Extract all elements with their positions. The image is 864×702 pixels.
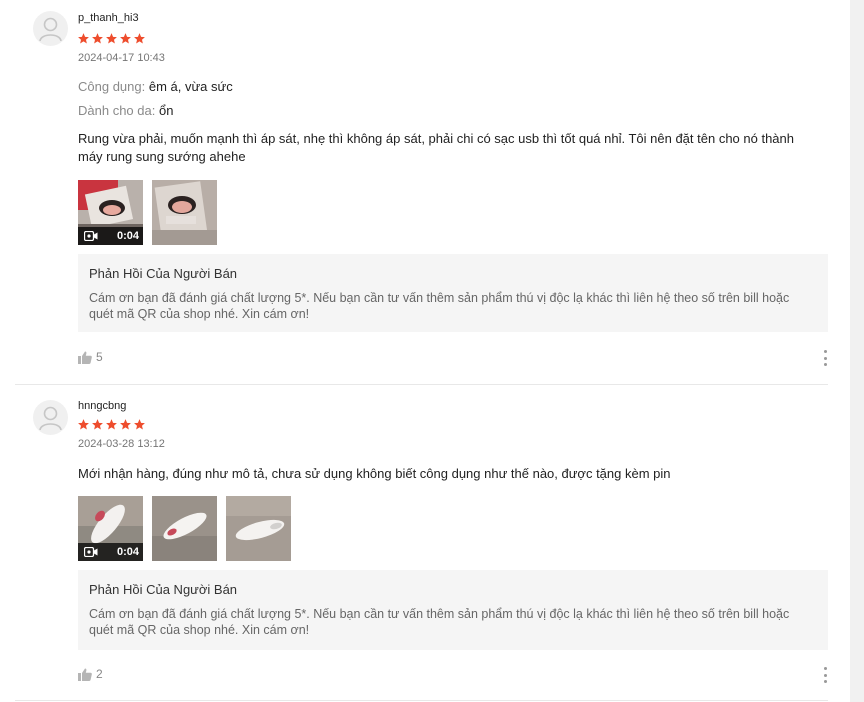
video-duration: 0:04 — [116, 546, 139, 558]
star-icon — [133, 32, 146, 45]
video-duration-bar: 0:04 — [78, 543, 143, 561]
review-item: hnngcbng 2024-03-28 13:12 Mới nhận hàng,… — [15, 385, 828, 702]
rating-stars — [77, 418, 146, 431]
star-icon — [133, 418, 146, 431]
review-comment: Mới nhận hàng, đúng như mô tả, chưa sử d… — [78, 466, 671, 481]
rating-stars — [77, 32, 146, 45]
video-camera-icon — [84, 547, 98, 557]
review-media-list: 0:04 — [78, 496, 291, 561]
video-duration: 0:04 — [116, 230, 139, 242]
review-image-thumbnail[interactable] — [152, 180, 217, 245]
more-options-icon[interactable] — [821, 350, 829, 366]
seller-reply: Phản Hồi Của Người Bán Cám ơn bạn đã đán… — [78, 570, 828, 650]
review-item: p_thanh_hi3 2024-04-17 10:43 Công dụng: … — [15, 0, 828, 384]
attribute-label: Công dụng: — [78, 79, 146, 94]
seller-reply-text: Cám ơn bạn đã đánh giá chất lượng 5*. Nế… — [89, 291, 790, 321]
like-count: 5 — [96, 350, 103, 364]
reviewer-name[interactable]: hnngcbng — [78, 400, 126, 412]
star-icon — [119, 32, 132, 45]
review-media-list: 0:04 — [78, 180, 217, 245]
star-icon — [77, 32, 90, 45]
review-attribute: Dành cho da: ổn — [78, 103, 173, 118]
like-button[interactable]: 5 — [78, 350, 103, 364]
review-divider — [15, 700, 828, 701]
thumbs-up-icon — [78, 351, 92, 364]
attribute-value: ổn — [158, 103, 174, 118]
thumbs-up-icon — [78, 668, 92, 681]
review-timestamp: 2024-04-17 10:43 — [78, 52, 165, 64]
like-button[interactable]: 2 — [78, 667, 103, 681]
review-video-thumbnail[interactable]: 0:04 — [78, 496, 143, 561]
seller-reply-title: Phản Hồi Của Người Bán — [89, 582, 238, 597]
more-options-icon[interactable] — [821, 667, 829, 683]
star-icon — [105, 32, 118, 45]
star-icon — [91, 418, 104, 431]
like-count: 2 — [96, 667, 103, 681]
star-icon — [119, 418, 132, 431]
avatar[interactable] — [33, 400, 68, 435]
video-camera-icon — [84, 231, 98, 241]
attribute-value: êm á, vừa sức — [148, 79, 233, 94]
star-icon — [77, 418, 90, 431]
video-duration-bar: 0:04 — [78, 227, 143, 245]
seller-reply: Phản Hồi Của Người Bán Cám ơn bạn đã đán… — [78, 254, 828, 332]
attribute-label: Dành cho da: — [78, 103, 156, 118]
seller-reply-text: Cám ơn bạn đã đánh giá chất lượng 5*. Nế… — [89, 607, 790, 637]
seller-reply-title: Phản Hồi Của Người Bán — [89, 266, 238, 281]
review-timestamp: 2024-03-28 13:12 — [78, 438, 165, 450]
reviewer-name[interactable]: p_thanh_hi3 — [78, 12, 139, 24]
user-placeholder-icon — [39, 17, 62, 42]
star-icon — [105, 418, 118, 431]
user-placeholder-icon — [39, 406, 62, 431]
review-comment: Rung vừa phải, muốn mạnh thì áp sát, nhẹ… — [78, 131, 794, 164]
review-attribute: Công dụng: êm á, vừa sức — [78, 79, 233, 94]
avatar[interactable] — [33, 11, 68, 46]
scrollbar[interactable] — [850, 0, 864, 702]
star-icon — [91, 32, 104, 45]
review-video-thumbnail[interactable]: 0:04 — [78, 180, 143, 245]
review-image-thumbnail[interactable] — [152, 496, 217, 561]
review-image-thumbnail[interactable] — [226, 496, 291, 561]
